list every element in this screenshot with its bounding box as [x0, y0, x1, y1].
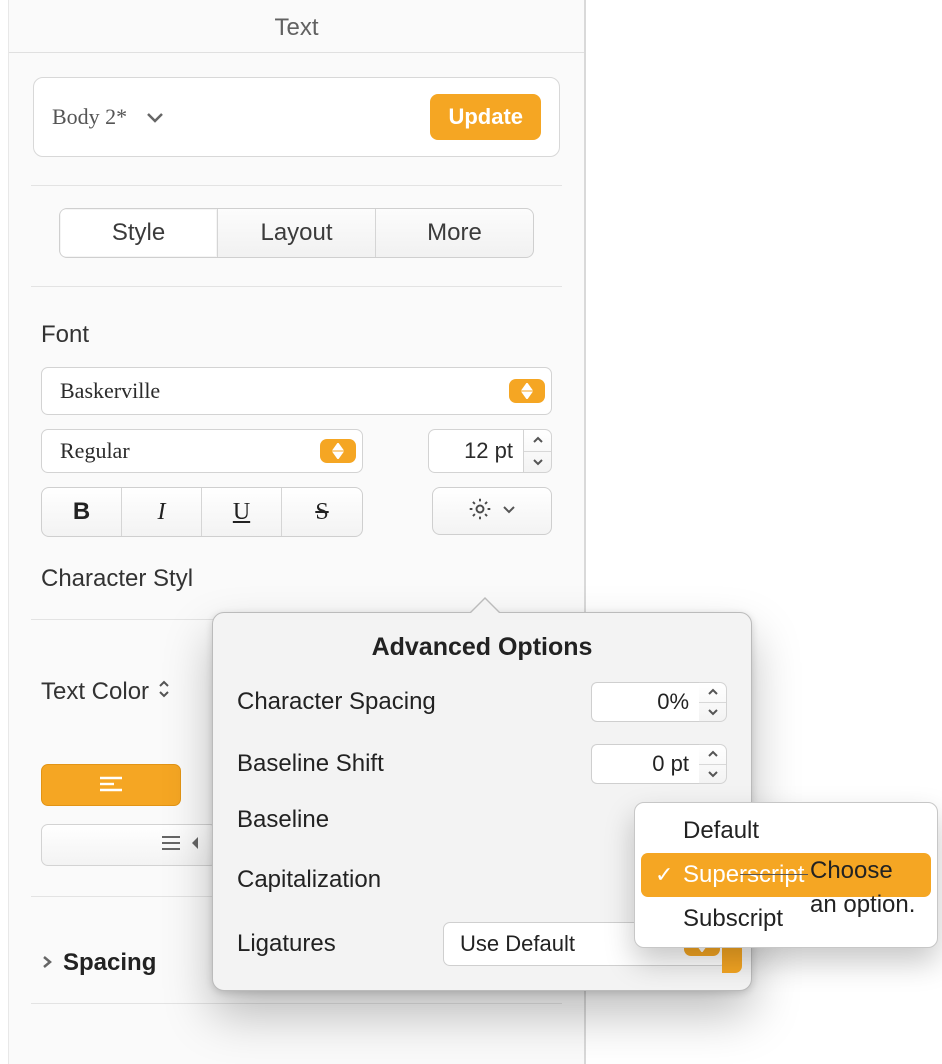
- baseline-shift-stepper[interactable]: [699, 744, 727, 784]
- font-size-stepper[interactable]: [524, 429, 552, 473]
- baseline-shift-field[interactable]: 0 pt: [591, 744, 699, 784]
- underline-button[interactable]: U: [202, 488, 282, 536]
- dropdown-stepper-icon: [509, 379, 545, 403]
- text-style-group: B I U S: [41, 487, 363, 537]
- text-format-row: B I U S: [41, 487, 552, 537]
- callout-leader-line: [740, 874, 808, 875]
- character-spacing-label: Character Spacing: [237, 688, 436, 716]
- text-color-label: Text Color: [41, 678, 149, 706]
- font-family-dropdown[interactable]: Baskerville: [41, 367, 552, 415]
- stepper-down-icon[interactable]: [699, 765, 726, 784]
- align-left-button[interactable]: [41, 764, 181, 806]
- baseline-shift-row: Baseline Shift 0 pt: [237, 744, 727, 784]
- disclosure-right-icon: [41, 949, 53, 977]
- tab-more[interactable]: More: [376, 209, 533, 257]
- update-button[interactable]: Update: [430, 94, 541, 140]
- spacing-label: Spacing: [63, 949, 156, 977]
- font-weight-size-row: Regular 12 pt: [41, 429, 552, 473]
- divider: [31, 1003, 562, 1004]
- popover-title: Advanced Options: [237, 633, 727, 662]
- indent-button[interactable]: [41, 824, 217, 866]
- divider: [31, 286, 562, 287]
- stepper-up-icon[interactable]: [699, 745, 726, 765]
- stepper-up-icon[interactable]: [699, 683, 726, 703]
- up-down-icon: [157, 678, 171, 706]
- gear-icon: [467, 496, 493, 527]
- stepper-down-icon[interactable]: [524, 452, 551, 473]
- baseline-label: Baseline: [237, 806, 329, 834]
- advanced-options-button[interactable]: [432, 487, 552, 535]
- stepper-down-icon[interactable]: [699, 703, 726, 722]
- character-spacing-field[interactable]: 0%: [591, 682, 699, 722]
- chevron-down-icon: [145, 110, 165, 124]
- divider: [31, 185, 562, 186]
- font-weight-dropdown[interactable]: Regular: [41, 429, 363, 473]
- font-family-value: Baskerville: [60, 378, 160, 404]
- baseline-shift-label: Baseline Shift: [237, 750, 384, 778]
- font-weight-value: Regular: [60, 438, 130, 464]
- format-tabs: Style Layout More: [59, 208, 534, 258]
- paragraph-style-dropdown[interactable]: Body 2*: [52, 104, 165, 130]
- ligatures-value: Use Default: [460, 931, 575, 957]
- callout-line1: Choose: [810, 854, 915, 888]
- character-spacing-row: Character Spacing 0%: [237, 682, 727, 722]
- bold-button[interactable]: B: [42, 488, 122, 536]
- panel-title: Text: [9, 0, 584, 53]
- font-size-value: 12 pt: [464, 438, 513, 464]
- stepper-up-icon[interactable]: [524, 430, 551, 452]
- paragraph-style-block: Body 2* Update: [33, 77, 560, 157]
- character-spacing-stepper[interactable]: [699, 682, 727, 722]
- caret-left-icon: [190, 836, 200, 855]
- indent-icon: [160, 834, 182, 857]
- ligatures-label: Ligatures: [237, 930, 336, 958]
- chevron-down-icon: [501, 502, 517, 520]
- paragraph-style-name: Body 2*: [52, 104, 127, 130]
- tab-style[interactable]: Style: [60, 209, 218, 257]
- tab-layout[interactable]: Layout: [218, 209, 376, 257]
- dropdown-stepper-icon: [320, 439, 356, 463]
- font-size-field[interactable]: 12 pt: [428, 429, 524, 473]
- strikethrough-button[interactable]: S: [282, 488, 362, 536]
- capitalization-label: Capitalization: [237, 866, 381, 894]
- callout-text: Choose an option.: [810, 854, 915, 921]
- callout-line2: an option.: [810, 888, 915, 922]
- italic-button[interactable]: I: [122, 488, 202, 536]
- font-section-label: Font: [41, 321, 552, 349]
- character-style-label: Character Styl: [41, 565, 552, 593]
- menu-item-default[interactable]: Default: [641, 809, 931, 853]
